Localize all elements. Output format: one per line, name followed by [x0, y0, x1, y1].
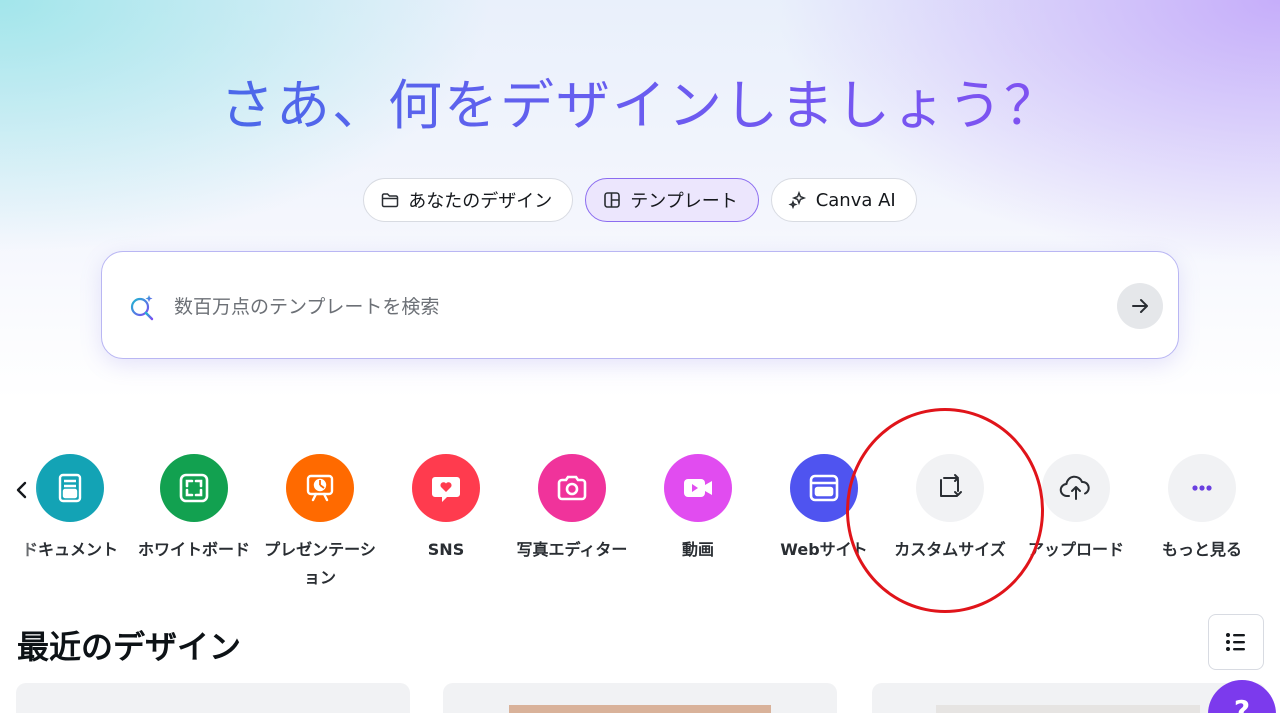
category-icon-circle: [1168, 454, 1236, 522]
carousel-fade: [0, 440, 40, 600]
folder-icon: [381, 193, 399, 208]
search-submit-button[interactable]: [1117, 283, 1163, 329]
tab-label: Canva AI: [815, 189, 896, 211]
video-icon: [684, 479, 712, 497]
tab-label: あなたのデザイン: [408, 191, 553, 212]
magic-search-icon: [130, 295, 154, 321]
category-sns[interactable]: SNS: [383, 440, 509, 564]
help-label: ?: [1233, 694, 1251, 713]
whiteboard-icon: [179, 473, 209, 503]
heart-chat-icon: [432, 477, 460, 502]
presentation-icon: [306, 474, 334, 502]
chevron-left-icon[interactable]: [12, 476, 32, 504]
cloud-upload-icon: [1059, 475, 1090, 500]
website-icon: [809, 474, 839, 502]
category-label: プレゼンテーション: [264, 540, 376, 587]
design-type-carousel: ドキュメント ホワイトボード プレゼンテーション SNS 写真エディター 動画 …: [0, 440, 1280, 600]
recent-design-card[interactable]: [443, 683, 837, 713]
recent-design-card[interactable]: [872, 683, 1266, 713]
category-label: もっと見る: [1161, 540, 1242, 559]
list-icon: [1226, 633, 1245, 651]
list-view-button[interactable]: [1208, 614, 1264, 670]
category-label: SNS: [427, 540, 465, 559]
tab-label: テンプレート: [630, 191, 738, 212]
category-video[interactable]: 動画: [635, 440, 761, 564]
recent-designs-title: 最近のデザイン: [17, 628, 242, 666]
sparkle-icon: [788, 190, 806, 210]
more-icon: [1192, 485, 1212, 491]
document-icon: [58, 473, 82, 503]
category-more[interactable]: もっと見る: [1139, 440, 1265, 564]
recent-design-card[interactable]: [16, 683, 410, 713]
tab-your-designs[interactable]: あなたのデザイン: [363, 178, 574, 222]
template-search-bar: [101, 251, 1179, 359]
design-tabs: あなたのデザイン テンプレート Canva AI: [0, 178, 1280, 222]
category-icon-circle: [286, 454, 354, 522]
arrow-right-icon: [1132, 299, 1148, 313]
category-icon-circle: [664, 454, 732, 522]
category-icon-circle: [412, 454, 480, 522]
highlight-circle: [846, 408, 1044, 613]
category-photo-editor[interactable]: 写真エディター: [509, 440, 635, 564]
design-thumbnail: [509, 705, 771, 713]
camera-icon: [557, 475, 587, 501]
category-icon-circle: [160, 454, 228, 522]
category-icon-circle: [36, 454, 104, 522]
category-label: 写真エディター: [516, 540, 628, 559]
template-icon: [604, 192, 621, 208]
category-icon-circle: [1042, 454, 1110, 522]
category-whiteboard[interactable]: ホワイトボード: [131, 440, 257, 564]
tab-canva-ai[interactable]: Canva AI: [770, 178, 917, 222]
page-headline: さあ、何をデザインしましょう？: [0, 66, 1280, 146]
search-input[interactable]: [172, 288, 1076, 326]
design-thumbnail: [936, 705, 1200, 713]
category-icon-circle: [538, 454, 606, 522]
category-presentation[interactable]: プレゼンテーション: [257, 440, 383, 592]
category-label: ホワイトボード: [137, 540, 250, 559]
category-label: 動画: [681, 540, 714, 559]
tab-templates[interactable]: テンプレート: [585, 178, 759, 222]
